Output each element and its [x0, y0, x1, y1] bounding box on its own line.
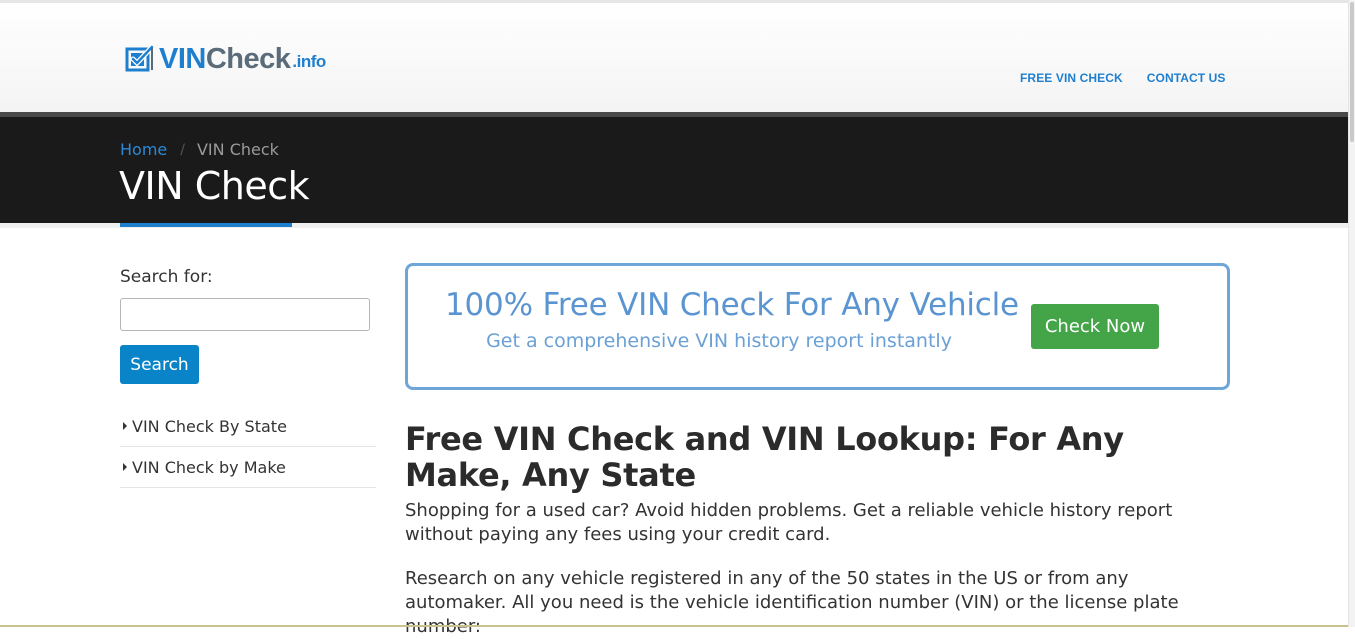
breadcrumb: Home / VIN Check	[120, 140, 279, 159]
search-label: Search for:	[120, 267, 213, 287]
nav-contact-us[interactable]: CONTACT US	[1147, 71, 1226, 85]
breadcrumb-current: VIN Check	[196, 140, 279, 159]
caret-right-icon	[123, 422, 127, 430]
page-title: VIN Check	[119, 164, 310, 208]
main-nav: FREE VIN CHECK CONTACT US	[1020, 71, 1226, 85]
search-button[interactable]: Search	[120, 345, 199, 384]
scrollbar-thumb[interactable]	[1350, 2, 1354, 142]
sidebar-item-vin-check-by-state[interactable]: VIN Check By State	[120, 406, 376, 447]
sidebar-links: VIN Check By State VIN Check by Make	[120, 406, 376, 488]
promo-title: 100% Free VIN Check For Any Vehicle	[445, 287, 1019, 323]
article-heading: Free VIN Check and VIN Lookup: For Any M…	[405, 420, 1124, 494]
promo-subtitle: Get a comprehensive VIN history report i…	[486, 330, 952, 352]
article-paragraph: Research on any vehicle registered in an…	[405, 568, 1179, 637]
site-header: VIN Check .info FREE VIN CHECK CONTACT U…	[0, 3, 1349, 112]
caret-right-icon	[123, 463, 127, 471]
logo-text-vin: VIN	[159, 43, 206, 75]
sidebar-item-label: VIN Check by Make	[132, 457, 286, 477]
logo-text-check: Check	[205, 43, 291, 75]
breadcrumb-separator: /	[180, 141, 185, 158]
checkbox-check-icon	[125, 44, 155, 74]
title-underline	[120, 223, 292, 227]
article-paragraph: Shopping for a used car? Avoid hidden pr…	[405, 500, 1173, 545]
page-scrollbar[interactable]	[1348, 0, 1355, 627]
check-now-button[interactable]: Check Now	[1031, 304, 1159, 349]
breadcrumb-home-link[interactable]: Home	[120, 140, 167, 159]
site-logo[interactable]: VIN Check .info	[125, 43, 326, 75]
nav-free-vin-check[interactable]: FREE VIN CHECK	[1020, 71, 1123, 85]
search-input[interactable]	[120, 298, 370, 331]
logo-text-info: .info	[292, 52, 326, 71]
sidebar-item-vin-check-by-make[interactable]: VIN Check by Make	[120, 447, 376, 488]
sidebar-item-label: VIN Check By State	[132, 416, 287, 436]
